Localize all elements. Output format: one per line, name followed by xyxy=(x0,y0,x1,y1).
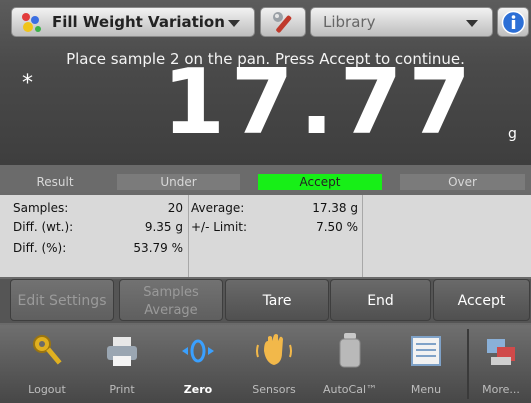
diff-weight-value: 9.35 g xyxy=(144,220,183,234)
samples-average-button[interactable]: Samples Average xyxy=(119,279,223,321)
chevron-down-icon xyxy=(228,20,240,27)
limit-value: 7.50 % xyxy=(316,220,358,234)
nav-menu[interactable]: Menu xyxy=(396,325,456,403)
weight-unit: g xyxy=(508,126,517,142)
nav-label: Sensors xyxy=(252,383,296,396)
zero-icon xyxy=(182,339,214,363)
info-icon xyxy=(501,10,526,35)
menu-icon xyxy=(411,336,441,366)
info-button[interactable] xyxy=(497,7,529,37)
hand-sensor-icon xyxy=(256,334,292,365)
application-title: Fill Weight Variation xyxy=(52,13,225,31)
nav-label: Print xyxy=(109,383,135,396)
printer-icon xyxy=(107,337,137,366)
statistics-panel: Samples: 20 Average: 17.38 g Diff. (wt.)… xyxy=(0,195,531,277)
diff-percent-value: 53.79 % xyxy=(133,241,183,255)
nav-label: More... xyxy=(482,383,520,396)
library-label: Library xyxy=(323,13,376,31)
nav-label: Logout xyxy=(28,383,66,396)
stability-indicator: * xyxy=(22,71,33,96)
settings-wrench-button[interactable] xyxy=(260,7,306,37)
average-value: 17.38 g xyxy=(312,201,358,215)
nav-label: Zero xyxy=(183,383,213,396)
status-result-label: Result xyxy=(36,175,74,189)
samples-value: 20 xyxy=(167,201,183,215)
nav-autocal[interactable]: AutoCal™ xyxy=(320,325,380,403)
accept-button[interactable]: Accept xyxy=(433,279,530,321)
column-divider xyxy=(362,195,363,277)
status-accept: Accept xyxy=(258,174,382,190)
application-selector[interactable]: Fill Weight Variation xyxy=(11,7,255,37)
application-icon xyxy=(22,13,41,32)
nav-label: AutoCal™ xyxy=(322,383,378,396)
limit-label: +/- Limit: xyxy=(191,220,248,234)
accept-label: Accept xyxy=(457,293,506,309)
bottom-navigation: Logout Print Zero Sensors AutoCal™ Menu … xyxy=(0,325,531,403)
action-button-bar: Edit Settings Samples Average Tare End A… xyxy=(0,279,531,323)
nav-logout[interactable]: Logout xyxy=(17,325,77,403)
column-divider xyxy=(188,195,189,277)
average-label: Average: xyxy=(191,201,245,215)
samples-average-label-line2: Average xyxy=(144,303,198,318)
diff-weight-label: Diff. (wt.): xyxy=(13,220,74,234)
nav-label: Menu xyxy=(410,383,442,396)
header-panel: Fill Weight Variation Library Place samp… xyxy=(0,0,531,165)
edit-settings-label: Edit Settings xyxy=(17,293,107,309)
weight-readout: 17.77 xyxy=(162,50,477,155)
balance-screen: Fill Weight Variation Library Place samp… xyxy=(0,0,531,403)
calibration-weight-icon xyxy=(339,333,361,368)
tare-button[interactable]: Tare xyxy=(225,279,329,321)
diff-percent-label: Diff. (%): xyxy=(13,241,67,255)
samples-average-label-line1: Samples xyxy=(143,285,199,300)
end-button[interactable]: End xyxy=(330,279,431,321)
nav-divider xyxy=(467,329,469,399)
result-status-bar: Result Under Accept Over xyxy=(0,170,531,192)
nav-sensors[interactable]: Sensors xyxy=(244,325,304,403)
end-label: End xyxy=(367,293,394,309)
nav-print[interactable]: Print xyxy=(92,325,152,403)
status-under: Under xyxy=(117,174,240,190)
edit-settings-button[interactable]: Edit Settings xyxy=(10,279,114,321)
chevron-down-icon xyxy=(466,20,478,27)
tare-label: Tare xyxy=(262,293,292,309)
samples-label: Samples: xyxy=(13,201,69,215)
key-icon xyxy=(33,335,62,365)
status-over: Over xyxy=(400,174,525,190)
library-selector[interactable]: Library xyxy=(310,7,493,37)
wrench-icon xyxy=(273,12,292,33)
nav-more[interactable]: More... xyxy=(471,325,531,403)
nav-zero[interactable]: Zero xyxy=(168,325,228,403)
more-icon xyxy=(487,339,515,365)
